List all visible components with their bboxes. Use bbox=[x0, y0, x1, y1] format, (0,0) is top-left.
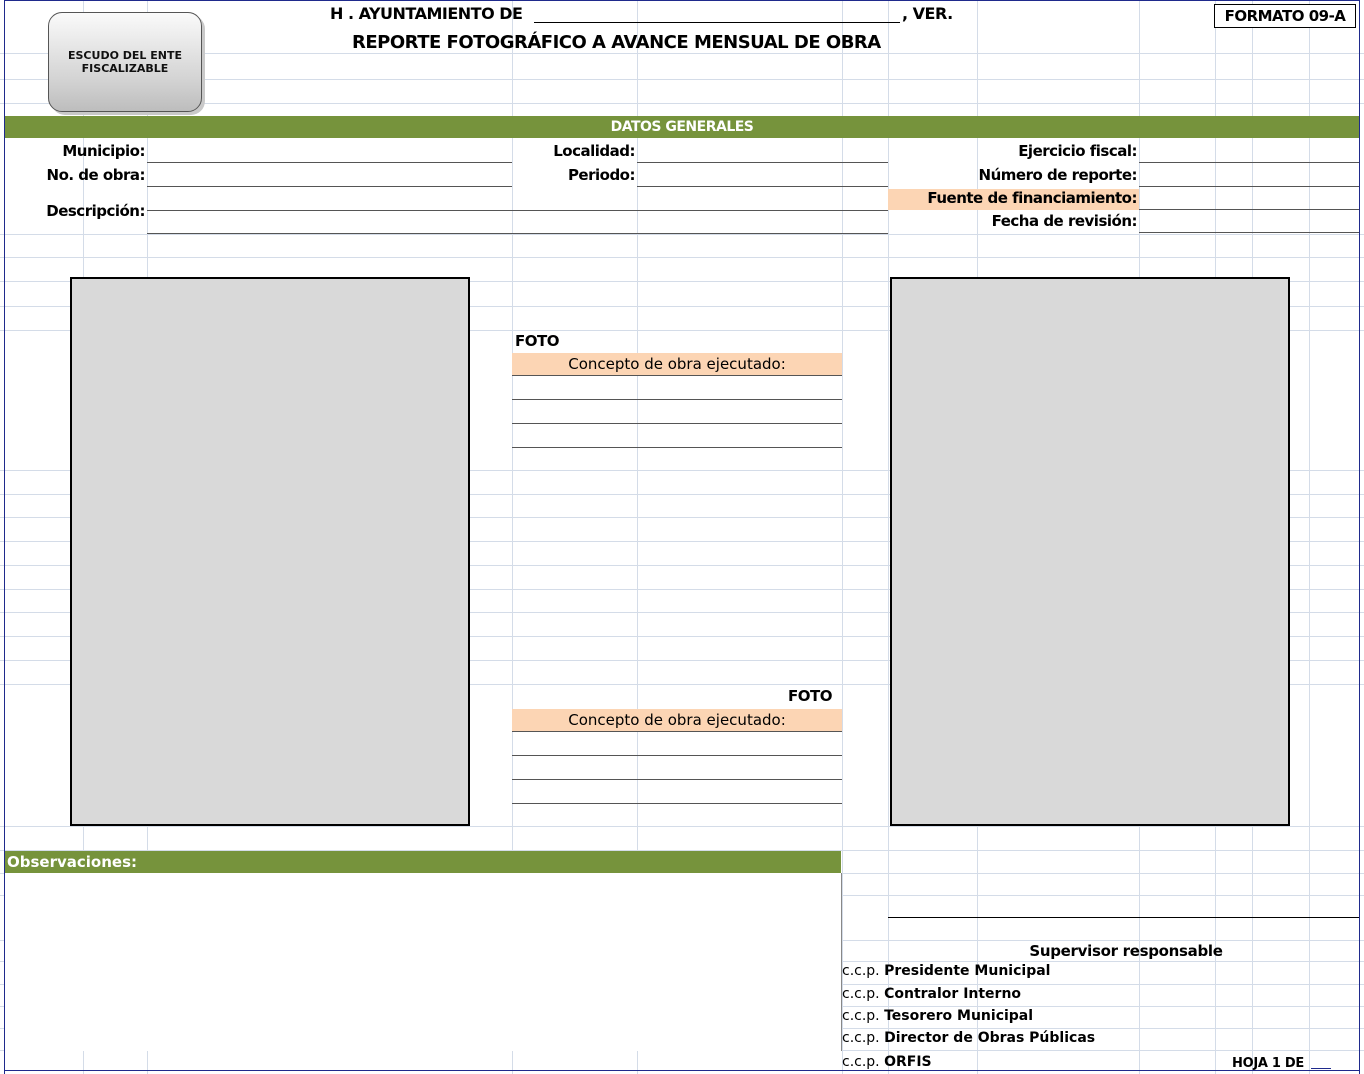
no-obra-field[interactable] bbox=[147, 186, 512, 187]
numero-reporte-label: Número de reporte: bbox=[978, 166, 1138, 184]
datos-generales-title: DATOS GENERALES bbox=[610, 119, 754, 135]
page-title: REPORTE FOTOGRÁFICO A AVANCE MENSUAL DE … bbox=[352, 32, 881, 53]
ccp-item: c.c.p. Contralor Interno bbox=[842, 986, 1021, 1002]
ccp-presidente: Presidente Municipal bbox=[884, 963, 1051, 979]
observaciones-label: Observaciones: bbox=[7, 853, 138, 871]
escudo-placeholder: ESCUDO DEL ENTE FISCALIZABLE bbox=[48, 12, 202, 112]
ccp-director-obras: Director de Obras Públicas bbox=[884, 1030, 1096, 1046]
descripcion-field[interactable] bbox=[147, 210, 888, 211]
localidad-label: Localidad: bbox=[553, 142, 635, 160]
signature-line[interactable] bbox=[888, 917, 1359, 918]
no-obra-label: No. de obra: bbox=[46, 166, 146, 184]
municipality-suffix: , VER. bbox=[902, 4, 953, 23]
municipio-label: Municipio: bbox=[62, 142, 145, 160]
concepto-1-line-1[interactable] bbox=[512, 375, 842, 376]
descripcion-field-line2[interactable] bbox=[147, 233, 888, 234]
concepto-2-line-1[interactable] bbox=[512, 731, 842, 732]
municipality-prefix: H . AYUNTAMIENTO DE bbox=[330, 4, 523, 23]
municipio-field[interactable] bbox=[147, 162, 512, 163]
page-frame-top bbox=[4, 0, 1360, 1]
ccp-item: c.c.p. Tesorero Municipal bbox=[842, 1008, 1033, 1024]
ccp-item: c.c.p. Director de Obras Públicas bbox=[842, 1030, 1095, 1046]
concepto-1-line-3[interactable] bbox=[512, 423, 842, 424]
page-frame-right bbox=[1359, 0, 1360, 1074]
concepto-2-line-4[interactable] bbox=[512, 803, 842, 804]
concepto-1-line-4[interactable] bbox=[512, 447, 842, 448]
page-frame-bottom bbox=[4, 1070, 1360, 1071]
concepto-2-line-2[interactable] bbox=[512, 755, 842, 756]
formato-badge: FORMATO 09-A bbox=[1214, 4, 1356, 28]
localidad-field[interactable] bbox=[637, 162, 888, 163]
numero-reporte-field[interactable] bbox=[1139, 186, 1359, 187]
ccp-item: c.c.p. ORFIS bbox=[842, 1054, 932, 1070]
page-counter: HOJA 1 DE bbox=[1232, 1056, 1304, 1071]
concepto-2-line-3[interactable] bbox=[512, 779, 842, 780]
fecha-revision-label: Fecha de revisión: bbox=[991, 212, 1138, 230]
observaciones-field[interactable] bbox=[5, 873, 842, 1051]
ccp-prefix: c.c.p. bbox=[842, 1054, 880, 1070]
ejercicio-fiscal-label: Ejercicio fiscal: bbox=[1018, 142, 1137, 160]
photo-frame-right[interactable] bbox=[890, 277, 1290, 826]
concepto-1-line-2[interactable] bbox=[512, 399, 842, 400]
concepto-label-2: Concepto de obra ejecutado: bbox=[512, 709, 842, 731]
supervisor-label: Supervisor responsable bbox=[1029, 942, 1223, 960]
ccp-prefix: c.c.p. bbox=[842, 986, 880, 1002]
datos-generales-bar: DATOS GENERALES bbox=[5, 116, 1359, 138]
periodo-label: Periodo: bbox=[567, 166, 636, 184]
foto-label-1: FOTO bbox=[515, 332, 559, 350]
municipality-blank[interactable] bbox=[534, 22, 900, 23]
fuente-financiamiento-field[interactable] bbox=[1139, 209, 1359, 210]
escudo-line-2: FISCALIZABLE bbox=[81, 62, 169, 75]
fecha-revision-field[interactable] bbox=[1139, 232, 1359, 233]
page-total-field[interactable] bbox=[1311, 1068, 1331, 1069]
ccp-contralor: Contralor Interno bbox=[884, 986, 1022, 1002]
ejercicio-fiscal-field[interactable] bbox=[1139, 162, 1359, 163]
periodo-field[interactable] bbox=[637, 186, 888, 187]
ccp-item: c.c.p. Presidente Municipal bbox=[842, 963, 1050, 979]
ccp-orfis: ORFIS bbox=[884, 1054, 932, 1070]
observaciones-bar: Observaciones: bbox=[5, 851, 841, 873]
escudo-line-1: ESCUDO DEL ENTE bbox=[68, 49, 182, 62]
foto-label-2: FOTO bbox=[788, 687, 832, 705]
photo-frame-left[interactable] bbox=[70, 277, 470, 826]
ccp-tesorero: Tesorero Municipal bbox=[884, 1008, 1034, 1024]
ccp-prefix: c.c.p. bbox=[842, 1008, 880, 1024]
fuente-financiamiento-label: Fuente de financiamiento: bbox=[927, 189, 1137, 207]
ccp-prefix: c.c.p. bbox=[842, 963, 880, 979]
concepto-label-1: Concepto de obra ejecutado: bbox=[512, 353, 842, 375]
ccp-prefix: c.c.p. bbox=[842, 1030, 880, 1046]
descripcion-label: Descripción: bbox=[46, 202, 145, 220]
